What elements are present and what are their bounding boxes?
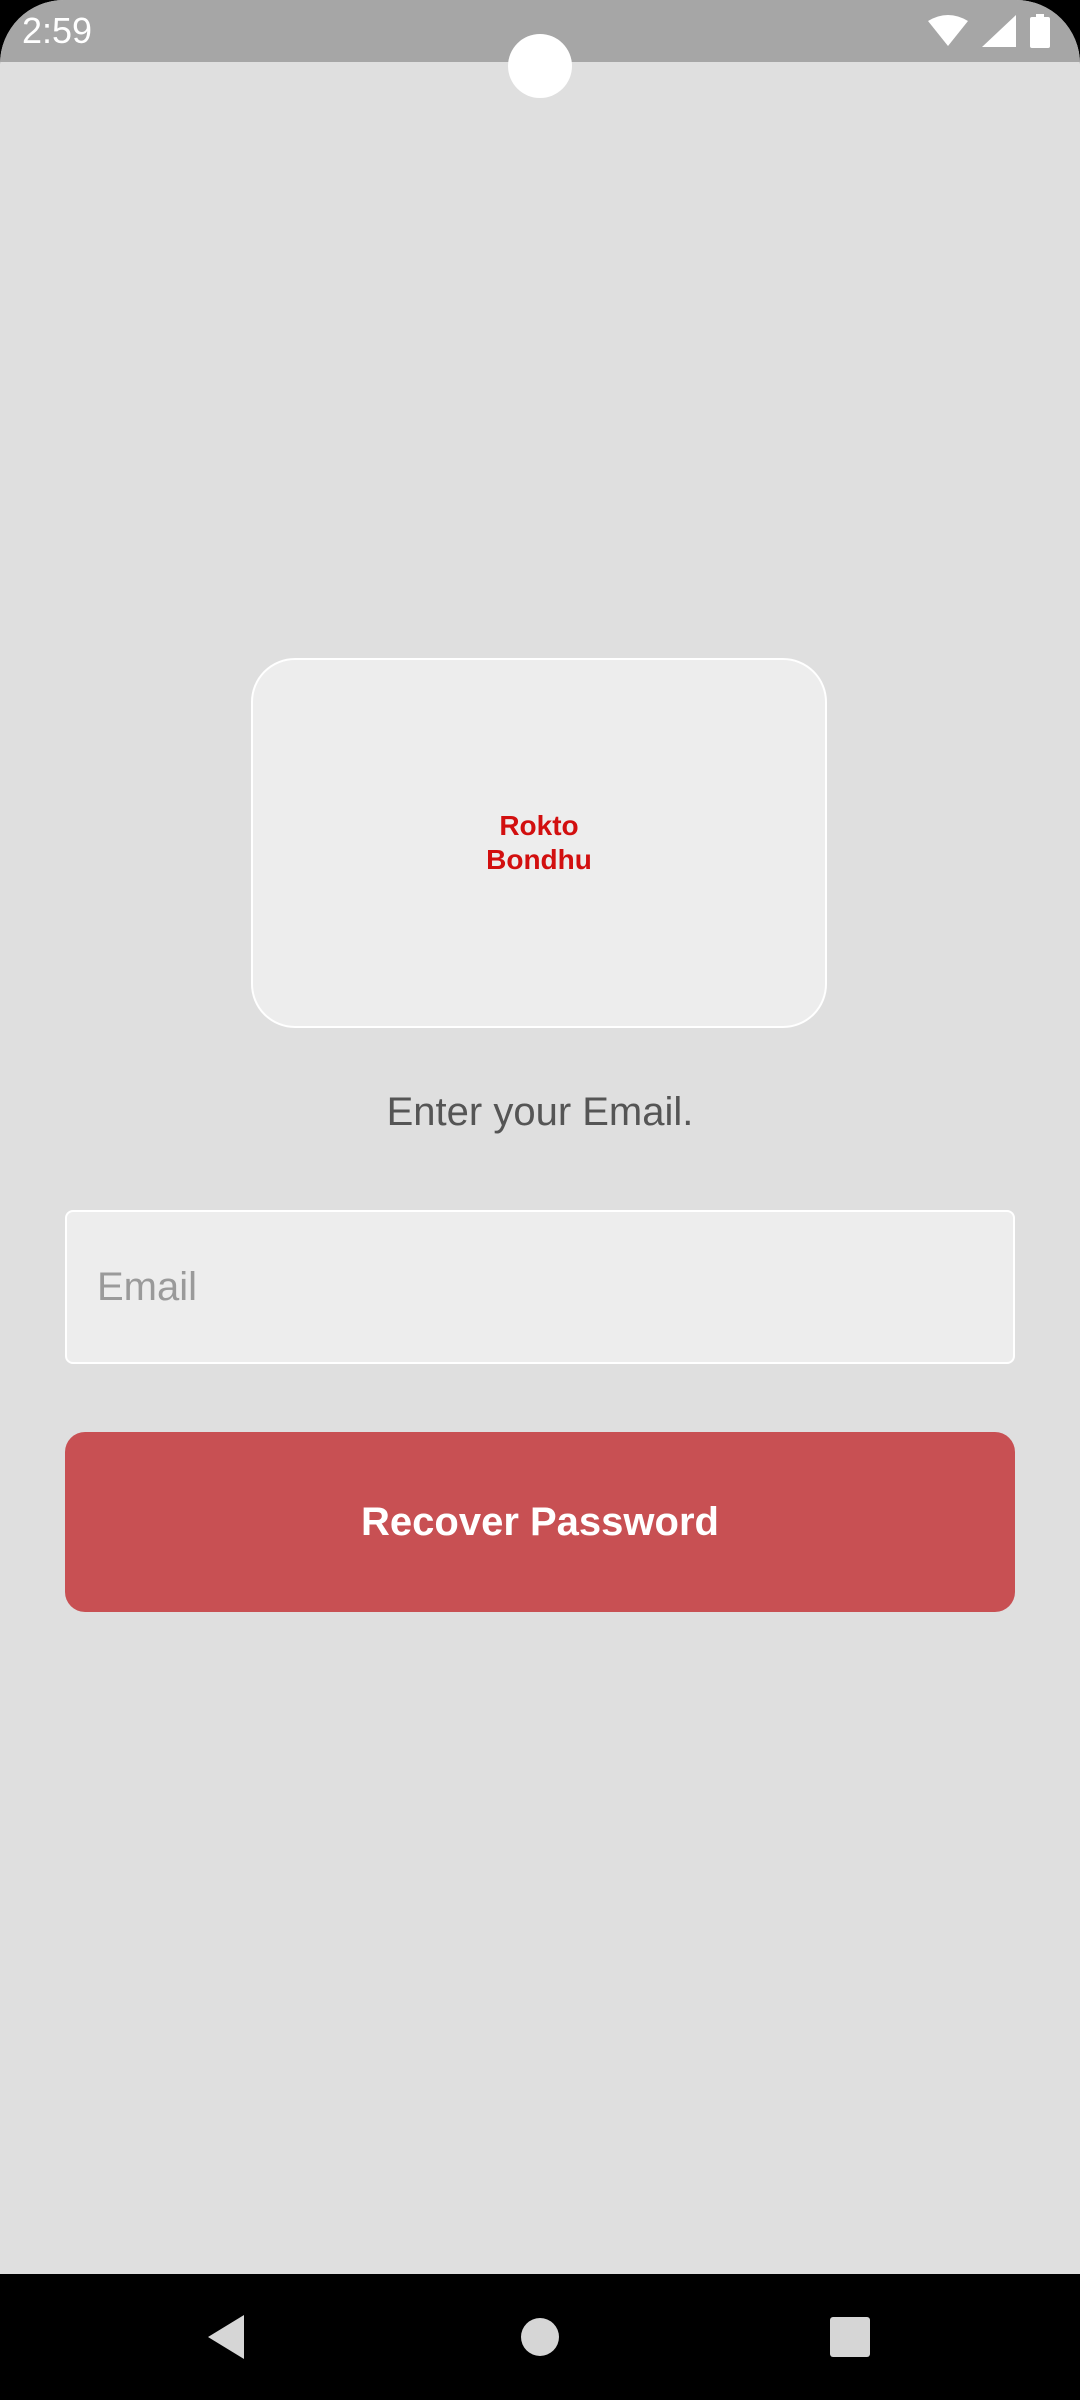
battery-icon — [1030, 14, 1050, 48]
logo-text-line2: Bondhu — [486, 844, 592, 875]
navigation-bar — [0, 2274, 1080, 2400]
home-icon — [521, 2318, 559, 2356]
email-prompt: Enter your Email. — [386, 1090, 694, 1134]
wifi-icon — [928, 15, 968, 46]
recover-password-screen: 2:59 Rokto Bondhu Enter your Email. Reco… — [0, 0, 1080, 2400]
nav-home-button[interactable] — [480, 2274, 600, 2400]
email-field[interactable] — [65, 1210, 1015, 1364]
back-icon — [208, 2315, 244, 2359]
recover-password-button[interactable]: Recover Password — [65, 1432, 1015, 1612]
cellular-signal-icon — [982, 15, 1016, 47]
nav-recents-button[interactable] — [790, 2274, 910, 2400]
status-time: 2:59 — [22, 10, 93, 51]
recents-icon — [830, 2317, 870, 2357]
logo-text-line1: Rokto — [499, 810, 579, 841]
app-logo: Rokto Bondhu — [251, 658, 827, 1028]
camera-cutout — [508, 34, 572, 98]
nav-back-button[interactable] — [166, 2274, 286, 2400]
status-icons — [928, 14, 1050, 48]
